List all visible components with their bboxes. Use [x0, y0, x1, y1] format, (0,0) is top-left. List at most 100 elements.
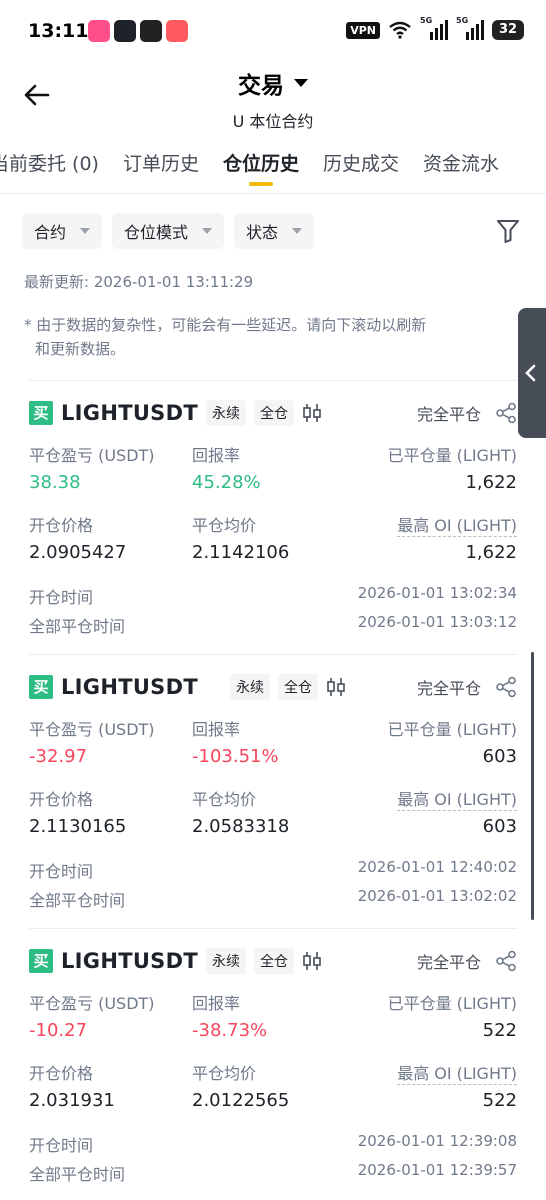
close-time-label: 全部平仓时间	[29, 617, 126, 636]
open-time-value: 2026-01-01 12:40:02	[357, 858, 517, 876]
cross-margin-tag: 全仓	[253, 400, 294, 426]
filter-contract[interactable]: 合约	[22, 213, 103, 249]
closed-qty-label: 已平仓量 (LIGHT)	[387, 446, 517, 465]
open-time-value: 2026-01-01 12:39:08	[357, 1132, 517, 1150]
pnl-value: -10.27	[29, 1020, 88, 1041]
wifi-icon	[389, 21, 411, 39]
filter-status[interactable]: 状态	[234, 213, 315, 249]
position-card[interactable]: 买 LIGHTUSDT 永续 全仓 完全平仓 平仓盈亏 (USDT) -10.27…	[29, 946, 517, 1190]
candlestick-icon[interactable]	[302, 402, 322, 424]
caret-down-icon	[294, 79, 308, 87]
max-oi-label[interactable]: 最高 OI (LIGHT)	[397, 790, 517, 811]
filter-label: 合约	[34, 223, 67, 242]
perpetual-tag: 永续	[205, 948, 246, 974]
share-icon[interactable]	[495, 950, 517, 972]
close-time-value: 2026-01-01 13:03:12	[357, 613, 517, 631]
tab-open-orders[interactable]: 当前委托 (0)	[0, 144, 107, 190]
roi-label: 回报率	[192, 446, 241, 465]
side-drawer-handle[interactable]	[518, 308, 546, 438]
open-time-label: 开仓时间	[29, 1136, 94, 1155]
tab-position-history[interactable]: 仓位历史	[215, 144, 307, 190]
buy-badge: 买	[29, 401, 53, 425]
divider	[29, 928, 517, 929]
roi-value: -103.51%	[192, 746, 279, 767]
perpetual-tag: 永续	[205, 400, 246, 426]
share-icon[interactable]	[495, 402, 517, 424]
pnl-label: 平仓盈亏 (USDT)	[29, 994, 155, 1013]
funnel-filter-icon[interactable]	[496, 218, 520, 244]
last-updated-text: 最新更新: 2026-01-01 13:11:29	[24, 273, 254, 291]
status-bar: 13:11 VPN 5G 5G 32	[0, 0, 546, 62]
share-icon[interactable]	[495, 676, 517, 698]
entry-price-value: 2.0905427	[29, 542, 127, 563]
tab-trade-history[interactable]: 历史成交	[315, 144, 407, 190]
vpn-icon: VPN	[346, 21, 380, 39]
app-notification-icon	[88, 20, 110, 42]
max-oi-label[interactable]: 最高 OI (LIGHT)	[397, 516, 517, 537]
pnl-value: 38.38	[29, 472, 81, 493]
symbol: LIGHTUSDT	[61, 675, 198, 699]
close-time-value: 2026-01-01 12:39:57	[357, 1161, 517, 1179]
app-header: 交易 U 本位合约	[0, 62, 546, 132]
caret-down-icon	[80, 228, 91, 234]
max-oi-label[interactable]: 最高 OI (LIGHT)	[397, 1064, 517, 1085]
pnl-label: 平仓盈亏 (USDT)	[29, 720, 155, 739]
page-title-dropdown[interactable]: 交易	[238, 66, 308, 100]
filter-bar: 合约 仓位模式 状态	[22, 213, 315, 249]
entry-price-label: 开仓价格	[29, 790, 94, 809]
divider	[29, 654, 517, 655]
divider	[0, 193, 546, 194]
delay-notice: * 由于数据的复杂性，可能会有一些延迟。请向下滚动以刷新 和更新数据。	[24, 313, 516, 361]
binance-notification-icon	[114, 20, 136, 42]
avg-close-label: 平仓均价	[192, 1064, 257, 1083]
roi-label: 回报率	[192, 720, 241, 739]
roi-label: 回报率	[192, 994, 241, 1013]
caret-down-icon	[292, 228, 303, 234]
symbol: LIGHTUSDT	[61, 401, 198, 425]
avg-close-value: 2.0122565	[192, 1090, 290, 1111]
scrollbar[interactable]	[531, 652, 534, 920]
battery-icon: 32	[492, 20, 524, 40]
cross-margin-tag: 全仓	[277, 674, 318, 700]
perpetual-tag: 永续	[229, 674, 270, 700]
cell-signal-icon: 5G	[420, 16, 448, 40]
closed-qty-value: 1,622	[465, 472, 517, 493]
open-time-label: 开仓时间	[29, 862, 94, 881]
entry-price-label: 开仓价格	[29, 1064, 94, 1083]
max-oi-value: 603	[482, 816, 517, 837]
filter-label: 仓位模式	[124, 223, 189, 242]
buy-badge: 买	[29, 675, 53, 699]
entry-price-value: 2.031931	[29, 1090, 115, 1111]
caret-down-icon	[202, 228, 213, 234]
divider	[29, 380, 517, 381]
close-status: 完全平仓	[416, 679, 481, 698]
close-status: 完全平仓	[416, 953, 481, 972]
tab-order-history[interactable]: 订单历史	[115, 144, 207, 190]
avg-close-label: 平仓均价	[192, 516, 257, 535]
entry-price-label: 开仓价格	[29, 516, 94, 535]
avg-close-value: 2.0583318	[192, 816, 290, 837]
candlestick-icon[interactable]	[302, 950, 322, 972]
pnl-value: -32.97	[29, 746, 88, 767]
close-time-label: 全部平仓时间	[29, 1165, 126, 1184]
buy-badge: 买	[29, 949, 53, 973]
position-card[interactable]: 买 LIGHTUSDT 永续 全仓 完全平仓 平仓盈亏 (USDT) -32.97…	[29, 672, 517, 916]
roi-value: 45.28%	[192, 472, 261, 493]
page-subtitle: U 本位合约	[232, 112, 314, 131]
max-oi-value: 1,622	[465, 542, 517, 563]
roi-value: -38.73%	[192, 1020, 268, 1041]
closed-qty-value: 603	[482, 746, 517, 767]
tab-transaction-history[interactable]: 资金流水	[415, 144, 507, 190]
page-title: 交易	[238, 73, 284, 99]
candlestick-icon[interactable]	[326, 676, 346, 698]
notice-line: * 由于数据的复杂性，可能会有一些延迟。请向下滚动以刷新	[24, 316, 427, 334]
entry-price-value: 2.1130165	[29, 816, 127, 837]
app-notification-icon	[140, 20, 162, 42]
filter-position-mode[interactable]: 仓位模式	[112, 213, 225, 249]
chevron-left-icon	[525, 364, 536, 382]
status-time: 13:11	[28, 20, 89, 42]
app-notification-icon	[166, 20, 188, 42]
position-card[interactable]: 买 LIGHTUSDT 永续 全仓 完全平仓 平仓盈亏 (USDT) 38.38 …	[29, 398, 517, 642]
open-time-value: 2026-01-01 13:02:34	[357, 584, 517, 602]
avg-close-value: 2.1142106	[192, 542, 290, 563]
